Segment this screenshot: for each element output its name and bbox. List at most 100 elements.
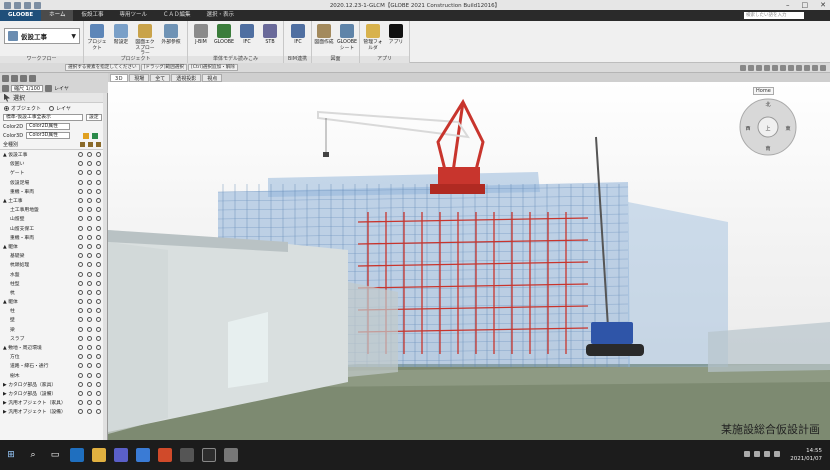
stb-import-button[interactable]: STB [259, 24, 281, 46]
tab-temporary-works[interactable]: 仮設工事 [73, 10, 111, 21]
visibility-toggle-icon[interactable] [87, 188, 92, 194]
jbim-button[interactable]: J-BIM [190, 24, 212, 46]
visibility-toggle-icon[interactable] [87, 400, 92, 406]
visibility-toggle-icon[interactable] [78, 170, 83, 176]
tab-gloobe[interactable]: GLOOBE [0, 10, 42, 21]
radio-layer[interactable]: レイヤ [49, 105, 71, 112]
shadow-icon[interactable] [804, 64, 810, 71]
visibility-toggle-icon[interactable] [78, 216, 83, 222]
edge-icon[interactable] [70, 448, 84, 462]
visibility-toggle-icon[interactable] [87, 234, 92, 240]
windows-start-icon[interactable]: ⊞ [4, 448, 18, 462]
tab-home[interactable]: ホーム [41, 10, 74, 21]
visibility-toggle-icon[interactable] [96, 216, 101, 222]
tab-select-display[interactable]: 選択・表示 [199, 10, 243, 21]
color2d-select[interactable]: Color2D属性 [26, 123, 71, 130]
tree-item[interactable]: 樹木 [0, 371, 107, 380]
line-icon[interactable] [20, 74, 27, 82]
close-panel-icon[interactable] [2, 74, 9, 82]
visibility-toggle-icon[interactable] [87, 253, 92, 259]
chevron-up-icon[interactable] [744, 451, 750, 457]
tree-item[interactable]: 仮囲い [0, 159, 107, 168]
tree-item[interactable]: 壁 [0, 315, 107, 324]
project-button[interactable]: プロジェクト [86, 24, 108, 51]
visibility-toggle-icon[interactable] [96, 234, 101, 240]
tree-item[interactable]: 柱型 [0, 279, 107, 288]
visibility-toggle-icon[interactable] [96, 409, 101, 415]
polyline-icon[interactable] [29, 74, 36, 82]
outlook-icon[interactable] [136, 448, 150, 462]
grid-icon[interactable] [740, 64, 746, 71]
ifc-import-button[interactable]: IFC [236, 24, 258, 46]
visibility-toggle-icon[interactable] [87, 308, 92, 314]
color-swatch-icon[interactable] [83, 132, 90, 139]
color3d-select[interactable]: Color3D属性 [26, 132, 71, 139]
project-selector[interactable]: 仮設工事 ▼ [4, 28, 80, 44]
visibility-toggle-icon[interactable] [96, 243, 101, 249]
app-icon-3[interactable] [224, 448, 238, 462]
visibility-toggle-icon[interactable] [96, 152, 101, 158]
filter-settings-button[interactable]: 設定 [86, 114, 102, 121]
ifc-export-button[interactable]: IFC [287, 24, 309, 46]
tab-tools[interactable]: 専用ツール [111, 10, 155, 21]
visibility-toggle-icon[interactable] [78, 390, 83, 396]
tree-item[interactable]: 梁 [0, 325, 107, 334]
file-explorer-icon[interactable] [92, 448, 106, 462]
tree-item[interactable]: 重機・車両 [0, 187, 107, 196]
visibility-toggle-icon[interactable] [78, 198, 83, 204]
visibility-toggle-icon[interactable] [87, 225, 92, 231]
visibility-toggle-icon[interactable] [87, 409, 92, 415]
visibility-toggle-icon[interactable] [87, 198, 92, 204]
visibility-toggle-icon[interactable] [87, 170, 92, 176]
visibility-toggle-icon[interactable] [87, 326, 92, 332]
tree-item[interactable]: スラブ [0, 334, 107, 343]
visibility-toggle-icon[interactable] [96, 345, 101, 351]
visibility-toggle-icon[interactable] [87, 363, 92, 369]
search-icon[interactable]: ⌕ [26, 448, 40, 462]
tree-item[interactable]: 杭頭処理 [0, 260, 107, 269]
tab-all[interactable]: 全て [150, 73, 171, 82]
visibility-toggle-icon[interactable] [96, 271, 101, 277]
visibility-toggle-icon[interactable] [96, 354, 101, 360]
visibility-toggle-icon[interactable] [78, 317, 83, 323]
maximize-icon[interactable]: □ [802, 0, 809, 10]
tree-item[interactable]: 基礎梁 [0, 251, 107, 260]
visibility-toggle-icon[interactable] [96, 179, 101, 185]
visibility-toggle-icon[interactable] [96, 198, 101, 204]
gloobe-taskbar-icon[interactable] [202, 448, 216, 462]
visibility-toggle-icon[interactable] [96, 170, 101, 176]
drawing-explorer-button[interactable]: 図面エクスプローラー [134, 24, 156, 57]
visibility-toggle-icon[interactable] [78, 207, 83, 213]
tree-item[interactable]: ▶ 汎用オブジェクト（家具） [0, 398, 107, 407]
external-reference-button[interactable]: 外部参照 [160, 24, 182, 46]
visibility-toggle-icon[interactable] [96, 289, 101, 295]
ime-icon[interactable] [774, 451, 780, 457]
visibility-toggle-icon[interactable] [96, 225, 101, 231]
visibility-toggle-icon[interactable] [78, 161, 83, 167]
visibility-toggle-icon[interactable] [87, 381, 92, 387]
palette-icon[interactable] [92, 132, 99, 139]
tree-item[interactable]: 山留壁 [0, 214, 107, 223]
app-icon-2[interactable] [180, 448, 194, 462]
visibility-toggle-icon[interactable] [87, 216, 92, 222]
tree-item[interactable]: ▲ 敷地・周辺環境 [0, 343, 107, 352]
settings-icon[interactable] [820, 64, 826, 71]
visibility-toggle-icon[interactable] [78, 354, 83, 360]
visibility-toggle-icon[interactable] [87, 317, 92, 323]
visibility-toggle-icon[interactable] [78, 188, 83, 194]
visibility-toggle-icon[interactable] [96, 161, 101, 167]
visibility-toggle-icon[interactable] [78, 308, 83, 314]
pan-icon[interactable] [772, 64, 778, 71]
visibility-toggle-icon[interactable] [78, 179, 83, 185]
teams-icon[interactable] [114, 448, 128, 462]
visibility-toggle-icon[interactable] [87, 243, 92, 249]
pin-icon[interactable] [2, 84, 9, 92]
visibility-toggle-icon[interactable] [78, 363, 83, 369]
layer-icon[interactable] [45, 84, 52, 92]
visibility-toggle-icon[interactable] [78, 372, 83, 378]
minimize-icon[interactable]: – [786, 0, 790, 10]
tree-item[interactable]: 杭 [0, 288, 107, 297]
home-button[interactable]: Home [753, 87, 774, 95]
tree-item[interactable]: 方位 [0, 352, 107, 361]
create-drawing-button[interactable]: 図面作成 [313, 24, 335, 46]
